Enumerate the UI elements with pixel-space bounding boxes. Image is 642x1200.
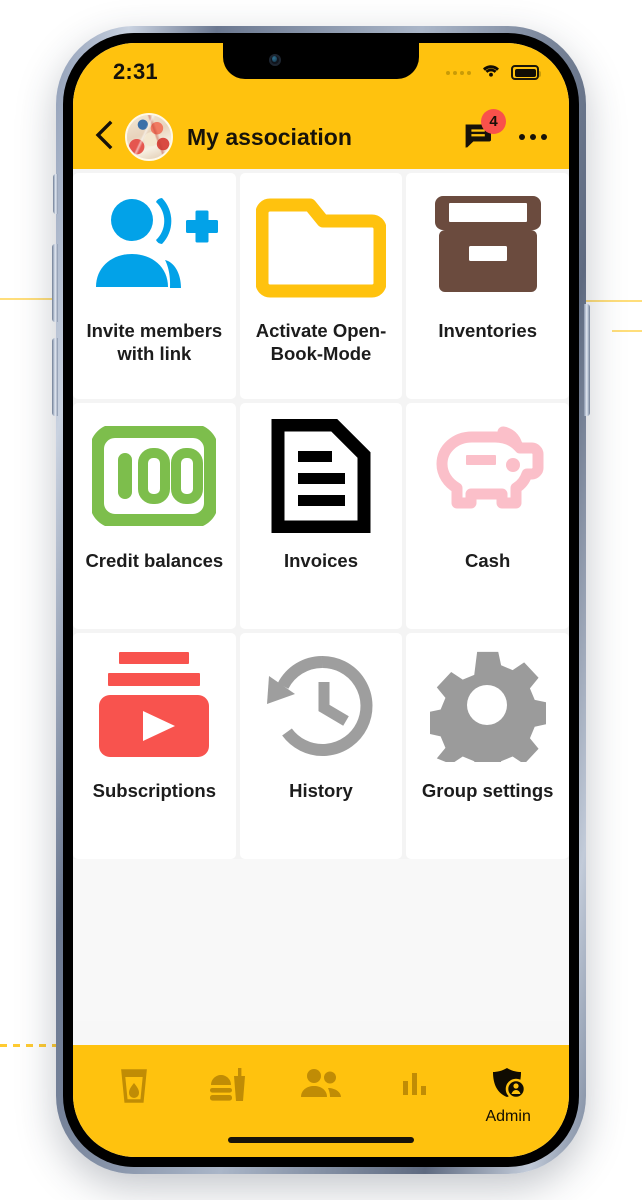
tile-credit-balances[interactable]: Credit balances <box>73 403 236 629</box>
phone-frame: 2:31 My association 4 Invite members wit… <box>52 26 590 1174</box>
tile-label: Activate Open-Book-Mode <box>255 320 387 365</box>
tile-group-settings[interactable]: Group settings <box>406 633 569 859</box>
front-camera-icon <box>269 54 281 66</box>
volume-up-button[interactable] <box>52 244 58 322</box>
nav-label: Admin <box>485 1108 531 1125</box>
gear-icon <box>406 633 569 779</box>
tile-label: Inventories <box>438 320 538 341</box>
chevron-left-icon[interactable] <box>91 119 117 156</box>
tile-history[interactable]: History <box>239 633 403 859</box>
tile-label: Invoices <box>283 550 359 571</box>
mute-switch[interactable] <box>53 174 58 214</box>
tile-invite-members[interactable]: Invite members with link <box>73 173 236 399</box>
tile-label: History <box>289 780 353 801</box>
tile-label: Invite members with link <box>86 320 223 365</box>
action-grid: Invite members with link Activate Open-B… <box>73 169 569 859</box>
tile-open-book-mode[interactable]: Activate Open-Book-Mode <box>239 173 403 399</box>
people-icon <box>300 1067 342 1106</box>
notch <box>223 43 419 79</box>
tile-label: Credit balances <box>85 550 224 571</box>
chat-bubble-icon[interactable]: 4 <box>463 109 506 154</box>
wifi-icon <box>479 61 503 84</box>
fast-food-icon <box>207 1067 247 1110</box>
nav-admin[interactable]: Admin <box>461 1067 555 1126</box>
tile-label: Group settings <box>421 780 554 801</box>
archive-box-icon <box>406 173 569 319</box>
tile-label: Cash <box>465 550 511 571</box>
chat-unread-badge: 4 <box>481 109 506 134</box>
battery-full-icon <box>511 65 541 80</box>
status-bar: 2:31 <box>73 43 569 105</box>
decor-line-right-mid <box>612 330 642 332</box>
status-indicators <box>446 61 541 84</box>
phone-screen: 2:31 My association 4 Invite members wit… <box>73 43 569 1157</box>
tile-subscriptions[interactable]: Subscriptions <box>73 633 236 859</box>
shield-admin-icon <box>490 1067 527 1106</box>
person-add-icon <box>73 173 236 319</box>
tile-cash[interactable]: Cash <box>406 403 569 629</box>
history-clock-icon <box>240 633 403 779</box>
grid-empty-space <box>73 859 569 1021</box>
power-button[interactable] <box>584 304 590 416</box>
avatar[interactable] <box>125 113 173 161</box>
tile-invoices[interactable]: Invoices <box>239 403 403 629</box>
nav-statistics[interactable] <box>368 1067 462 1106</box>
drink-glass-icon <box>117 1067 151 1110</box>
nav-drinks[interactable] <box>87 1067 181 1112</box>
page-title: My association <box>187 123 352 150</box>
video-subscriptions-icon <box>73 633 236 779</box>
decor-line-right-top <box>580 300 642 302</box>
piggy-bank-icon <box>406 403 569 549</box>
volume-down-button[interactable] <box>52 338 58 416</box>
phone-bezel: 2:31 My association 4 Invite members wit… <box>63 33 579 1167</box>
status-clock: 2:31 <box>113 59 158 84</box>
document-lines-icon <box>240 403 403 549</box>
banknote-100-icon <box>73 403 236 549</box>
nav-food[interactable] <box>181 1067 275 1112</box>
home-indicator[interactable] <box>228 1137 414 1143</box>
bottom-navigation: Admin <box>73 1045 569 1157</box>
nav-members[interactable] <box>274 1067 368 1108</box>
signal-dots-icon <box>446 70 471 75</box>
folder-icon <box>240 173 403 319</box>
tile-inventories[interactable]: Inventories <box>406 173 569 399</box>
tile-label: Subscriptions <box>92 780 216 801</box>
app-header: My association 4 <box>73 105 569 169</box>
overflow-menu-icon[interactable] <box>519 134 547 140</box>
bar-chart-icon <box>400 1067 430 1104</box>
